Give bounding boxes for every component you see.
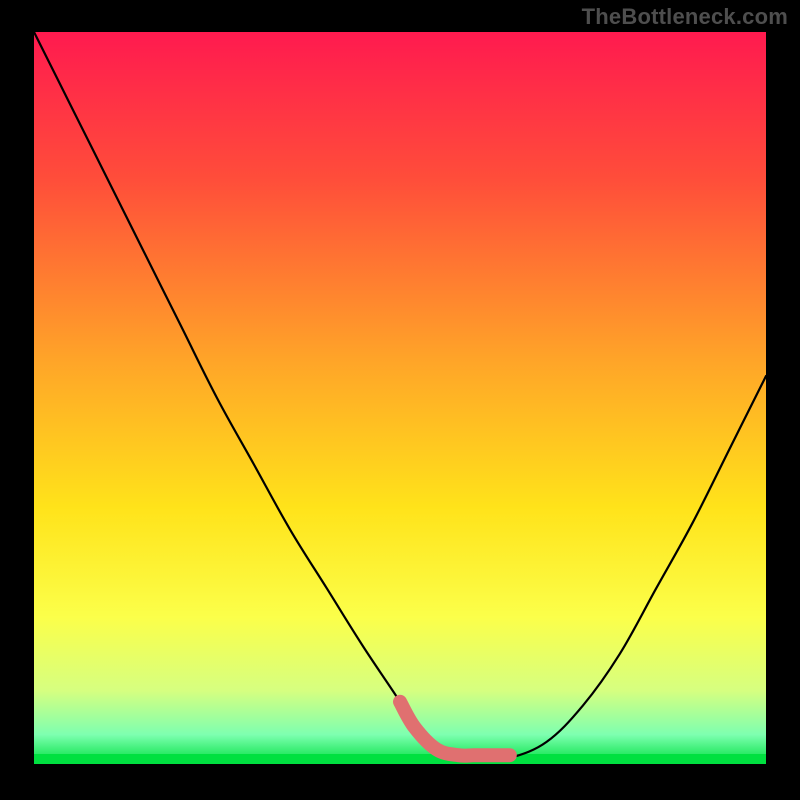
gradient-background <box>34 32 766 764</box>
green-baseline <box>34 754 766 764</box>
chart-frame: TheBottleneck.com <box>0 0 800 800</box>
attribution-text: TheBottleneck.com <box>582 4 788 30</box>
bottleneck-chart <box>34 32 766 764</box>
